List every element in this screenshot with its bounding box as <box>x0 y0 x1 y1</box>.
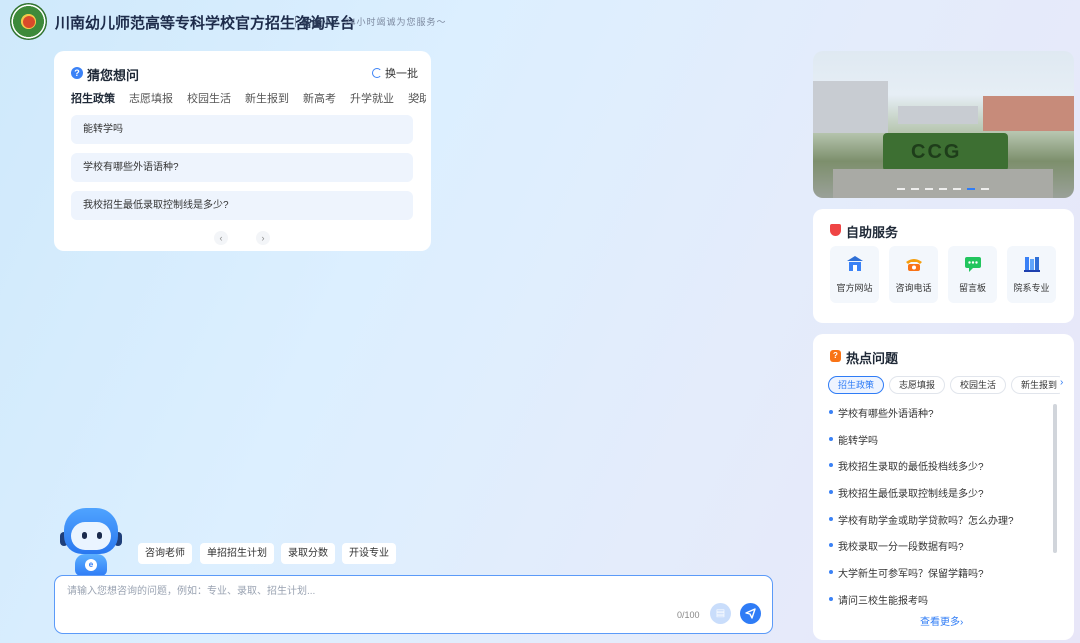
tab-new-gaokao[interactable]: 新高考 <box>303 90 336 106</box>
assistant-brand: 智能小E <box>302 19 339 30</box>
hot-question-item[interactable]: 大学新生可参军吗？保留学籍吗? <box>829 565 984 580</box>
tab-campus-life[interactable]: 校园生活 <box>187 90 231 106</box>
tabs-next-icon[interactable]: › <box>416 91 420 103</box>
school-logo <box>10 3 47 40</box>
service-label: 留言板 <box>958 283 986 293</box>
shield-icon <box>830 224 841 236</box>
guess-question[interactable]: 我校招生最低录取控制线是多少? <box>71 191 413 220</box>
robot-eye <box>82 532 87 539</box>
prev-page-icon[interactable]: ‹ <box>214 231 228 245</box>
banner-dot[interactable] <box>967 188 975 190</box>
assistant-avatar: e <box>58 508 124 578</box>
building <box>898 106 978 124</box>
message-board-icon <box>963 254 983 274</box>
header: 川南幼儿师范高等专科学校官方招生咨询平台 智能小E · 24小时竭诚为您服务～ <box>0 0 1080 44</box>
hot-question-icon: ? <box>830 350 841 362</box>
hot-question-item[interactable]: 我校招生录取的最低投档线多少? <box>829 458 984 473</box>
hot-question-item[interactable]: 我校招生最低录取控制线是多少? <box>829 485 984 500</box>
service-message-board[interactable]: 留言板 <box>948 246 997 303</box>
service-departments[interactable]: 院系专业 <box>1007 246 1056 303</box>
hot-chips: 招生政策 志愿填报 校园生活 新生报到 <box>828 375 1060 395</box>
chat-input[interactable] <box>67 582 667 600</box>
banner-dot[interactable] <box>925 188 933 190</box>
books-icon <box>1022 254 1042 274</box>
guess-title: 猜您想问 <box>87 68 140 83</box>
school-building-icon <box>845 254 865 274</box>
tab-admission-policy[interactable]: 招生政策 <box>71 90 115 106</box>
guess-question[interactable]: 能转学吗 <box>71 115 413 144</box>
hot-questions-title: 热点问题 <box>846 351 899 366</box>
next-page-icon[interactable]: › <box>256 231 270 245</box>
chip-admission-policy[interactable]: 招生政策 <box>828 376 885 394</box>
attach-button[interactable]: ▤ <box>710 603 731 624</box>
service-official-site[interactable]: 官方网站 <box>830 246 879 303</box>
service-label: 官方网站 <box>836 283 873 293</box>
view-more-link[interactable]: 查看更多› <box>920 613 963 628</box>
chip-registration[interactable]: 新生报到 <box>1011 376 1060 394</box>
banner-dot[interactable] <box>939 188 947 190</box>
guess-questions-card: ? 猜您想问 换一批 招生政策 志愿填报 校园生活 新生报到 新高考 升学就业 奖助 › 能… <box>54 51 431 251</box>
guess-question[interactable]: 学校有哪些外语语种? <box>71 153 413 182</box>
robot-face <box>71 522 111 550</box>
service-phone[interactable]: 咨询电话 <box>889 246 938 303</box>
tab-volunteer[interactable]: 志愿填报 <box>129 90 173 106</box>
header-divider <box>295 16 296 27</box>
building <box>813 81 888 133</box>
attachment-icon: ▤ <box>715 608 726 619</box>
hot-question-item[interactable]: 请问三校生能报考吗 <box>829 592 928 607</box>
building <box>983 96 1074 131</box>
refresh-button[interactable]: 换一批 <box>372 65 418 81</box>
question-icon: ? <box>71 67 83 79</box>
hot-list-scrollbar[interactable] <box>1053 404 1057 553</box>
refresh-label: 换一批 <box>385 68 418 80</box>
banner-dot[interactable] <box>981 188 989 190</box>
chip-campus-life[interactable]: 校园生活 <box>950 376 1007 394</box>
quick-majors[interactable]: 开设专业 <box>342 543 396 564</box>
banner-dot[interactable] <box>897 188 905 190</box>
hot-question-item[interactable]: 学校有助学金或助学贷款吗？怎么办理? <box>829 512 1014 527</box>
send-button[interactable] <box>740 603 761 624</box>
hot-questions-card: ? 热点问题 招生政策 志愿填报 校园生活 新生报到 › 学校有哪些外语语种? 能转学… <box>813 334 1074 640</box>
banner-dot[interactable] <box>911 188 919 190</box>
service-label: 院系专业 <box>1013 283 1050 293</box>
service-label: 咨询电话 <box>895 283 932 293</box>
quick-admission-plan[interactable]: 单招招生计划 <box>200 543 274 564</box>
quick-consult-teacher[interactable]: 咨询老师 <box>138 543 192 564</box>
char-counter: 0/100 <box>677 610 700 620</box>
hot-question-item[interactable]: 能转学吗 <box>829 432 878 447</box>
campus-banner[interactable]: CCG <box>813 51 1074 198</box>
header-slogan: · 24小时竭诚为您服务～ <box>337 17 447 27</box>
self-service-title: 自助服务 <box>846 225 899 240</box>
refresh-icon <box>372 68 382 78</box>
tab-employment[interactable]: 升学就业 <box>350 90 394 106</box>
banner-indicator <box>897 188 989 190</box>
banner-dot[interactable] <box>953 188 961 190</box>
campus-plaza <box>833 169 1053 198</box>
quick-admission-score[interactable]: 录取分数 <box>281 543 335 564</box>
phone-icon <box>904 254 924 274</box>
chips-next-icon[interactable]: › <box>1060 377 1063 388</box>
chip-volunteer[interactable]: 志愿填报 <box>889 376 946 394</box>
hot-question-item[interactable]: 学校有哪些外语语种? <box>829 405 934 420</box>
lawn-logo-text: CCG <box>911 141 962 163</box>
guess-tabs: 招生政策 志愿填报 校园生活 新生报到 新高考 升学就业 奖助 <box>71 89 426 109</box>
send-icon <box>745 608 756 619</box>
self-service-card: 自助服务 官方网站 咨询电话 留言板 院系专业 <box>813 209 1074 323</box>
robot-eye <box>97 532 102 539</box>
tab-registration[interactable]: 新生报到 <box>245 90 289 106</box>
hot-question-item[interactable]: 我校录取一分一段数据有吗? <box>829 538 964 553</box>
robot-badge-icon: e <box>85 559 97 571</box>
chat-input-box: 0/100 ▤ <box>54 575 773 634</box>
